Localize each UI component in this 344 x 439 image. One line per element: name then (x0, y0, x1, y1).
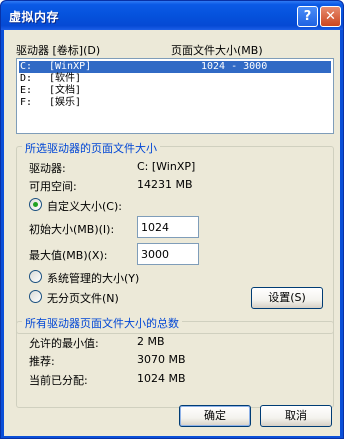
drive-paging-size: 1024 - 3000 (201, 61, 268, 72)
recommended-label: 推荐: (29, 355, 55, 368)
drive-list-item-d[interactable]: D: [软件] (19, 73, 331, 85)
free-space-value: 14231 MB (137, 178, 193, 191)
total-paging-group: 所有驱动器页面文件大小的总数 允许的最小值: 2 MB 推荐: 3070 MB … (16, 315, 334, 408)
drive-volume-label: [文档] (49, 85, 82, 96)
set-button[interactable]: 设置(S) (251, 287, 323, 309)
initial-size-label: 初始大小(MB)(I): (29, 223, 115, 236)
close-icon[interactable]: ✕ (320, 6, 341, 27)
currently-allocated-value: 1024 MB (137, 372, 186, 385)
no-paging-file-radio[interactable] (29, 290, 42, 303)
virtual-memory-dialog: 虚拟内存 ? ✕ 驱动器 [卷标](D) 页面文件大小(MB) C: [WinX… (0, 0, 344, 439)
custom-size-label: 自定义大小(C): (47, 200, 122, 213)
minimum-allowed-label: 允许的最小值: (29, 337, 99, 350)
system-managed-radio[interactable] (29, 270, 42, 283)
drive-label: 驱动器: (29, 162, 66, 175)
help-icon[interactable]: ? (297, 6, 318, 27)
drive-list-item-e[interactable]: E: [文档] (19, 85, 331, 97)
drive-volume-label: [软件] (49, 73, 82, 84)
no-paging-file-label: 无分页文件(N) (47, 292, 119, 305)
system-managed-label: 系统管理的大小(Y) (47, 272, 140, 285)
total-paging-group-title: 所有驱动器页面文件大小的总数 (22, 315, 182, 331)
initial-size-input[interactable]: 1024 (137, 216, 199, 238)
drive-list[interactable]: C: [WinXP] 1024 - 3000 D: [软件] E: [文档] F… (16, 58, 334, 134)
drive-column-header: 驱动器 [卷标](D) (16, 44, 101, 57)
drive-letter: E: (20, 85, 33, 96)
ok-button[interactable]: 确定 (179, 405, 251, 427)
max-size-label: 最大值(MB)(X): (29, 249, 108, 262)
drive-letter: F: (20, 97, 33, 108)
drive-volume-label: [娱乐] (49, 97, 82, 108)
cancel-button[interactable]: 取消 (260, 405, 332, 427)
selected-drive-group-title: 所选驱动器的页面文件大小 (22, 140, 160, 156)
drive-list-item-f[interactable]: F: [娱乐] (19, 97, 331, 109)
window-title: 虚拟内存 (9, 10, 60, 24)
max-size-input[interactable]: 3000 (137, 243, 199, 265)
drive-letter: C: (20, 61, 33, 72)
paging-size-column-header: 页面文件大小(MB) (171, 44, 263, 57)
drive-list-item-c[interactable]: C: [WinXP] 1024 - 3000 (19, 61, 331, 73)
recommended-value: 3070 MB (137, 353, 186, 366)
custom-size-radio[interactable] (29, 198, 42, 211)
drive-value: C: [WinXP] (137, 160, 196, 173)
drive-volume-label: [WinXP] (49, 61, 92, 72)
free-space-label: 可用空间: (29, 180, 77, 193)
selected-drive-group: 所选驱动器的页面文件大小 驱动器: C: [WinXP] 可用空间: 14231… (16, 140, 334, 334)
dialog-body: 驱动器 [卷标](D) 页面文件大小(MB) C: [WinXP] 1024 -… (4, 30, 340, 436)
currently-allocated-label: 当前已分配: (29, 374, 88, 387)
minimum-allowed-value: 2 MB (137, 335, 165, 348)
title-bar[interactable]: 虚拟内存 ? ✕ (1, 1, 343, 30)
radio-selected-dot (33, 202, 38, 207)
drive-letter: D: (20, 73, 33, 84)
